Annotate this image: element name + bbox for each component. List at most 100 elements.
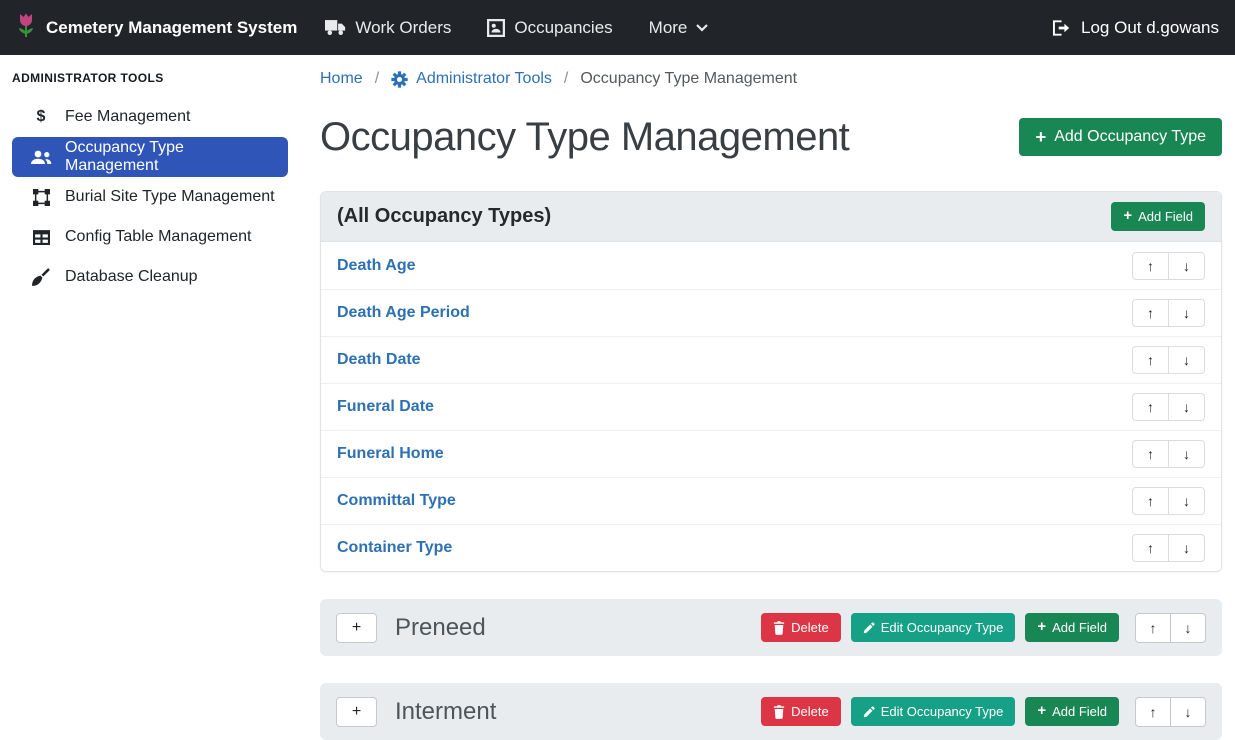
field-row: Death Date ↑ ↓ <box>321 336 1221 383</box>
field-link[interactable]: Death Age Period <box>337 304 470 322</box>
move-up-button[interactable]: ↑ <box>1132 534 1169 562</box>
edit-occupancy-type-button[interactable]: Edit Occupancy Type <box>851 613 1016 642</box>
sections: + Preneed Delete <box>320 599 1222 740</box>
add-field-label: Add Field <box>1052 704 1107 719</box>
plus-icon: + <box>352 619 361 637</box>
occupancy-type-section: + Preneed Delete <box>320 599 1222 656</box>
breadcrumb-current: Occupancy Type Management <box>580 70 797 88</box>
field-row: Death Age Period ↑ ↓ <box>321 289 1221 336</box>
move-down-button[interactable]: ↓ <box>1168 534 1205 562</box>
edit-label: Edit Occupancy Type <box>881 620 1004 635</box>
field-link[interactable]: Container Type <box>337 539 452 557</box>
arrow-up-icon: ↑ <box>1147 540 1154 556</box>
move-up-button[interactable]: ↑ <box>1132 252 1169 280</box>
field-rows: Death Age ↑ ↓ Death Age Period ↑ ↓ Death… <box>321 242 1221 571</box>
table-icon <box>30 230 52 245</box>
sidebar-heading: Administrator Tools <box>0 63 300 97</box>
reorder-buttons: ↑ ↓ <box>1135 613 1206 643</box>
plus-icon: + <box>1035 128 1046 146</box>
brand[interactable]: Cemetery Management System <box>16 12 297 44</box>
add-field-button[interactable]: + Add Field <box>1025 697 1119 726</box>
breadcrumb-separator: / <box>564 70 568 88</box>
field-link[interactable]: Death Date <box>337 351 421 369</box>
add-occupancy-type-label: Add Occupancy Type <box>1054 128 1206 146</box>
sidebar-item-label: Burial Site Type Management <box>65 188 275 206</box>
field-row: Committal Type ↑ ↓ <box>321 477 1221 524</box>
reorder-buttons: ↑ ↓ <box>1132 440 1205 468</box>
nav-more[interactable]: More <box>649 18 709 38</box>
move-up-button[interactable]: ↑ <box>1132 346 1169 374</box>
field-link[interactable]: Committal Type <box>337 492 456 510</box>
top-navbar: Cemetery Management System Work Orders <box>0 0 1235 55</box>
move-up-button[interactable]: ↑ <box>1135 697 1171 727</box>
section-title: Preneed <box>395 614 761 642</box>
breadcrumb-admin-tools-label: Administrator Tools <box>416 70 552 88</box>
arrow-up-icon: ↑ <box>1150 620 1157 636</box>
move-up-button[interactable]: ↑ <box>1132 299 1169 327</box>
breadcrumb-separator: / <box>375 70 379 88</box>
plus-icon: + <box>1123 209 1132 224</box>
logout-label: Log Out d.gowans <box>1081 18 1219 38</box>
sidebar-item-fee-management[interactable]: $ Fee Management <box>12 97 288 137</box>
breadcrumb-admin-tools-link[interactable]: Administrator Tools <box>391 70 552 88</box>
arrow-up-icon: ↑ <box>1147 493 1154 509</box>
nav-links: Work Orders Occupancies More <box>325 18 708 38</box>
field-link[interactable]: Funeral Home <box>337 445 444 463</box>
sidebar-item-label: Fee Management <box>65 108 190 126</box>
arrow-down-icon: ↓ <box>1183 352 1190 368</box>
field-row: Funeral Home ↑ ↓ <box>321 430 1221 477</box>
field-row: Death Age ↑ ↓ <box>321 242 1221 289</box>
arrow-down-icon: ↓ <box>1183 540 1190 556</box>
expand-section-button[interactable]: + <box>336 613 377 643</box>
nav-work-orders-label: Work Orders <box>355 18 451 38</box>
delete-occupancy-type-button[interactable]: Delete <box>761 697 841 726</box>
reorder-buttons: ↑ ↓ <box>1132 534 1205 562</box>
move-down-button[interactable]: ↓ <box>1170 613 1206 643</box>
arrow-down-icon: ↓ <box>1183 258 1190 274</box>
delete-occupancy-type-button[interactable]: Delete <box>761 613 841 642</box>
arrow-down-icon: ↓ <box>1183 446 1190 462</box>
add-field-button[interactable]: + Add Field <box>1025 613 1119 642</box>
breadcrumb-home-link[interactable]: Home <box>320 70 363 88</box>
arrow-up-icon: ↑ <box>1147 446 1154 462</box>
move-up-button[interactable]: ↑ <box>1135 613 1171 643</box>
move-down-button[interactable]: ↓ <box>1168 440 1205 468</box>
move-down-button[interactable]: ↓ <box>1168 487 1205 515</box>
move-up-button[interactable]: ↑ <box>1132 440 1169 468</box>
move-down-button[interactable]: ↓ <box>1168 393 1205 421</box>
add-occupancy-type-button[interactable]: + Add Occupancy Type <box>1019 118 1222 156</box>
move-down-button[interactable]: ↓ <box>1168 299 1205 327</box>
occupancy-frame-icon <box>487 19 505 37</box>
reorder-buttons: ↑ ↓ <box>1132 487 1205 515</box>
arrow-up-icon: ↑ <box>1147 258 1154 274</box>
sidebar-item-label: Database Cleanup <box>65 268 198 286</box>
delete-label: Delete <box>791 620 829 635</box>
sidebar-item-occupancy-type-management[interactable]: Occupancy Type Management <box>12 137 288 177</box>
sidebar-item-label: Config Table Management <box>65 228 252 246</box>
move-down-button[interactable]: ↓ <box>1168 252 1205 280</box>
title-row: Occupancy Type Management + Add Occupanc… <box>320 113 1222 161</box>
expand-section-button[interactable]: + <box>336 697 377 727</box>
sidebar-item-config-table-management[interactable]: Config Table Management <box>12 217 288 257</box>
add-field-button[interactable]: + Add Field <box>1111 202 1205 231</box>
trash-icon <box>773 705 785 719</box>
move-down-button[interactable]: ↓ <box>1168 346 1205 374</box>
nav-occupancies-label: Occupancies <box>514 18 612 38</box>
card-header: (All Occupancy Types) + Add Field <box>321 192 1221 242</box>
plus-icon: + <box>352 703 361 721</box>
sidebar-item-database-cleanup[interactable]: Database Cleanup <box>12 257 288 297</box>
move-up-button[interactable]: ↑ <box>1132 393 1169 421</box>
nav-work-orders[interactable]: Work Orders <box>325 18 451 38</box>
move-up-button[interactable]: ↑ <box>1132 487 1169 515</box>
nav-occupancies[interactable]: Occupancies <box>487 18 612 38</box>
logout-link[interactable]: Log Out d.gowans <box>1053 18 1219 38</box>
field-link[interactable]: Funeral Date <box>337 398 434 416</box>
field-link[interactable]: Death Age <box>337 257 416 275</box>
arrow-down-icon: ↓ <box>1185 704 1192 720</box>
move-down-button[interactable]: ↓ <box>1170 697 1206 727</box>
edit-occupancy-type-button[interactable]: Edit Occupancy Type <box>851 697 1016 726</box>
reorder-buttons: ↑ ↓ <box>1132 346 1205 374</box>
truck-icon <box>325 19 346 36</box>
users-icon <box>30 150 52 165</box>
sidebar-item-burial-site-type-management[interactable]: Burial Site Type Management <box>12 177 288 217</box>
